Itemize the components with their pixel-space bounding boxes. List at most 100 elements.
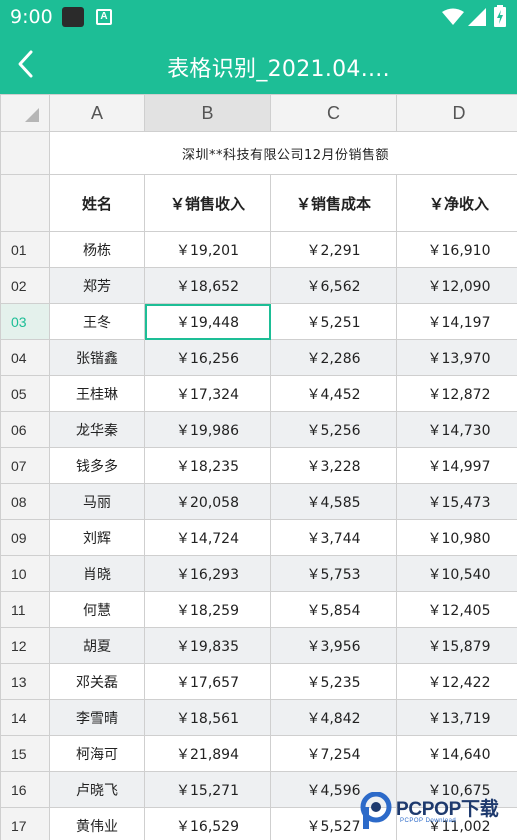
cell-name[interactable]: 马丽 [49,483,145,520]
cell-name[interactable]: 肖晓 [49,555,145,592]
cell-net[interactable]: ￥15,879 [396,627,517,664]
cell-name[interactable]: 李雪晴 [49,699,145,736]
cell-name[interactable]: 杨栋 [49,231,145,268]
table-row: 03 王冬 ￥19,448 ￥5,251 ￥14,197 [0,303,517,340]
row-header[interactable]: 07 [0,447,50,484]
cell-cost[interactable]: ￥5,235 [270,663,397,700]
row-header[interactable]: 13 [0,663,50,700]
cell-cost[interactable]: ￥4,452 [270,375,397,412]
row-header[interactable]: 05 [0,375,50,412]
cell-revenue[interactable]: ￥16,256 [144,339,271,376]
cell-revenue[interactable]: ￥18,259 [144,591,271,628]
cell-name[interactable]: 龙华秦 [49,411,145,448]
field-header-revenue[interactable]: ￥销售收入 [144,174,271,232]
cell-net[interactable]: ￥12,422 [396,663,517,700]
column-header-a[interactable]: A [49,94,145,132]
row-header-blank[interactable] [0,174,50,232]
cell-net[interactable]: ￥13,719 [396,699,517,736]
field-header-net[interactable]: ￥净收入 [396,174,517,232]
row-header[interactable]: 14 [0,699,50,736]
cell-revenue[interactable]: ￥18,561 [144,699,271,736]
cell-name[interactable]: 柯海可 [49,735,145,772]
cell-cost[interactable]: ￥3,744 [270,519,397,556]
cell-net[interactable]: ￥16,910 [396,231,517,268]
cell-net[interactable]: ￥12,090 [396,267,517,304]
cell-cost[interactable]: ￥2,291 [270,231,397,268]
cell-revenue[interactable]: ￥18,652 [144,267,271,304]
row-header[interactable]: 08 [0,483,50,520]
cell-name[interactable]: 刘辉 [49,519,145,556]
cell-revenue[interactable]: ￥21,894 [144,735,271,772]
row-header[interactable]: 16 [0,771,50,808]
cell-revenue[interactable]: ￥18,235 [144,447,271,484]
cell-name[interactable]: 黄伟业 [49,807,145,840]
cell-revenue[interactable]: ￥19,986 [144,411,271,448]
row-header-blank[interactable] [0,131,50,175]
cell-revenue[interactable]: ￥19,448 [144,303,271,340]
cell-cost[interactable]: ￥6,562 [270,267,397,304]
select-all-corner[interactable] [0,94,50,132]
row-header[interactable]: 12 [0,627,50,664]
cell-revenue[interactable]: ￥17,324 [144,375,271,412]
field-header-name[interactable]: 姓名 [49,174,145,232]
cell-name[interactable]: 何慧 [49,591,145,628]
cell-net[interactable]: ￥12,872 [396,375,517,412]
cell-cost[interactable]: ￥5,251 [270,303,397,340]
watermark-sub: PCPOP Download [400,818,457,824]
row-header[interactable]: 01 [0,231,50,268]
cell-cost[interactable]: ￥5,256 [270,411,397,448]
cell-name[interactable]: 邓关磊 [49,663,145,700]
cell-net[interactable]: ￥14,997 [396,447,517,484]
cell-cost[interactable]: ￥4,842 [270,699,397,736]
row-header[interactable]: 09 [0,519,50,556]
row-header[interactable]: 06 [0,411,50,448]
field-header-cost[interactable]: ￥销售成本 [270,174,397,232]
wifi-icon [442,8,464,25]
cell-net[interactable]: ￥15,473 [396,483,517,520]
cell-cost[interactable]: ￥2,286 [270,339,397,376]
cell-net[interactable]: ￥14,197 [396,303,517,340]
row-header[interactable]: 03 [0,303,50,340]
table-title-cell[interactable]: 深圳**科技有限公司12月份销售额 [49,131,517,175]
cell-name[interactable]: 钱多多 [49,447,145,484]
cell-revenue[interactable]: ￥19,835 [144,627,271,664]
cell-net[interactable]: ￥14,730 [396,411,517,448]
cell-revenue[interactable]: ￥16,293 [144,555,271,592]
cell-name[interactable]: 郑芳 [49,267,145,304]
cell-revenue[interactable]: ￥14,724 [144,519,271,556]
cell-revenue[interactable]: ￥20,058 [144,483,271,520]
column-header-c[interactable]: C [270,94,397,132]
cell-revenue[interactable]: ￥17,657 [144,663,271,700]
cell-net[interactable]: ￥12,405 [396,591,517,628]
row-header[interactable]: 17 [0,807,50,840]
row-header[interactable]: 10 [0,555,50,592]
cell-name[interactable]: 王冬 [49,303,145,340]
row-header[interactable]: 15 [0,735,50,772]
cell-cost[interactable]: ￥5,854 [270,591,397,628]
cell-name[interactable]: 王桂琳 [49,375,145,412]
cell-net[interactable]: ￥14,640 [396,735,517,772]
battery-charging-icon [494,5,506,27]
chevron-left-icon[interactable] [12,48,40,80]
row-header[interactable]: 02 [0,267,50,304]
cell-net[interactable]: ￥10,540 [396,555,517,592]
table-row: 02 郑芳 ￥18,652 ￥6,562 ￥12,090 [0,267,517,304]
cell-revenue[interactable]: ￥16,529 [144,807,271,840]
cell-name[interactable]: 卢晓飞 [49,771,145,808]
cell-net[interactable]: ￥10,980 [396,519,517,556]
column-header-d[interactable]: D [396,94,517,132]
row-header[interactable]: 11 [0,591,50,628]
column-header-b[interactable]: B [144,94,271,132]
cell-revenue[interactable]: ￥15,271 [144,771,271,808]
cell-cost[interactable]: ￥3,956 [270,627,397,664]
cell-revenue[interactable]: ￥19,201 [144,231,271,268]
cell-cost[interactable]: ￥7,254 [270,735,397,772]
cell-net[interactable]: ￥13,970 [396,339,517,376]
cell-cost[interactable]: ￥3,228 [270,447,397,484]
table-row: 12 胡夏 ￥19,835 ￥3,956 ￥15,879 [0,627,517,664]
row-header[interactable]: 04 [0,339,50,376]
cell-name[interactable]: 胡夏 [49,627,145,664]
cell-cost[interactable]: ￥5,753 [270,555,397,592]
cell-cost[interactable]: ￥4,585 [270,483,397,520]
cell-name[interactable]: 张锴鑫 [49,339,145,376]
